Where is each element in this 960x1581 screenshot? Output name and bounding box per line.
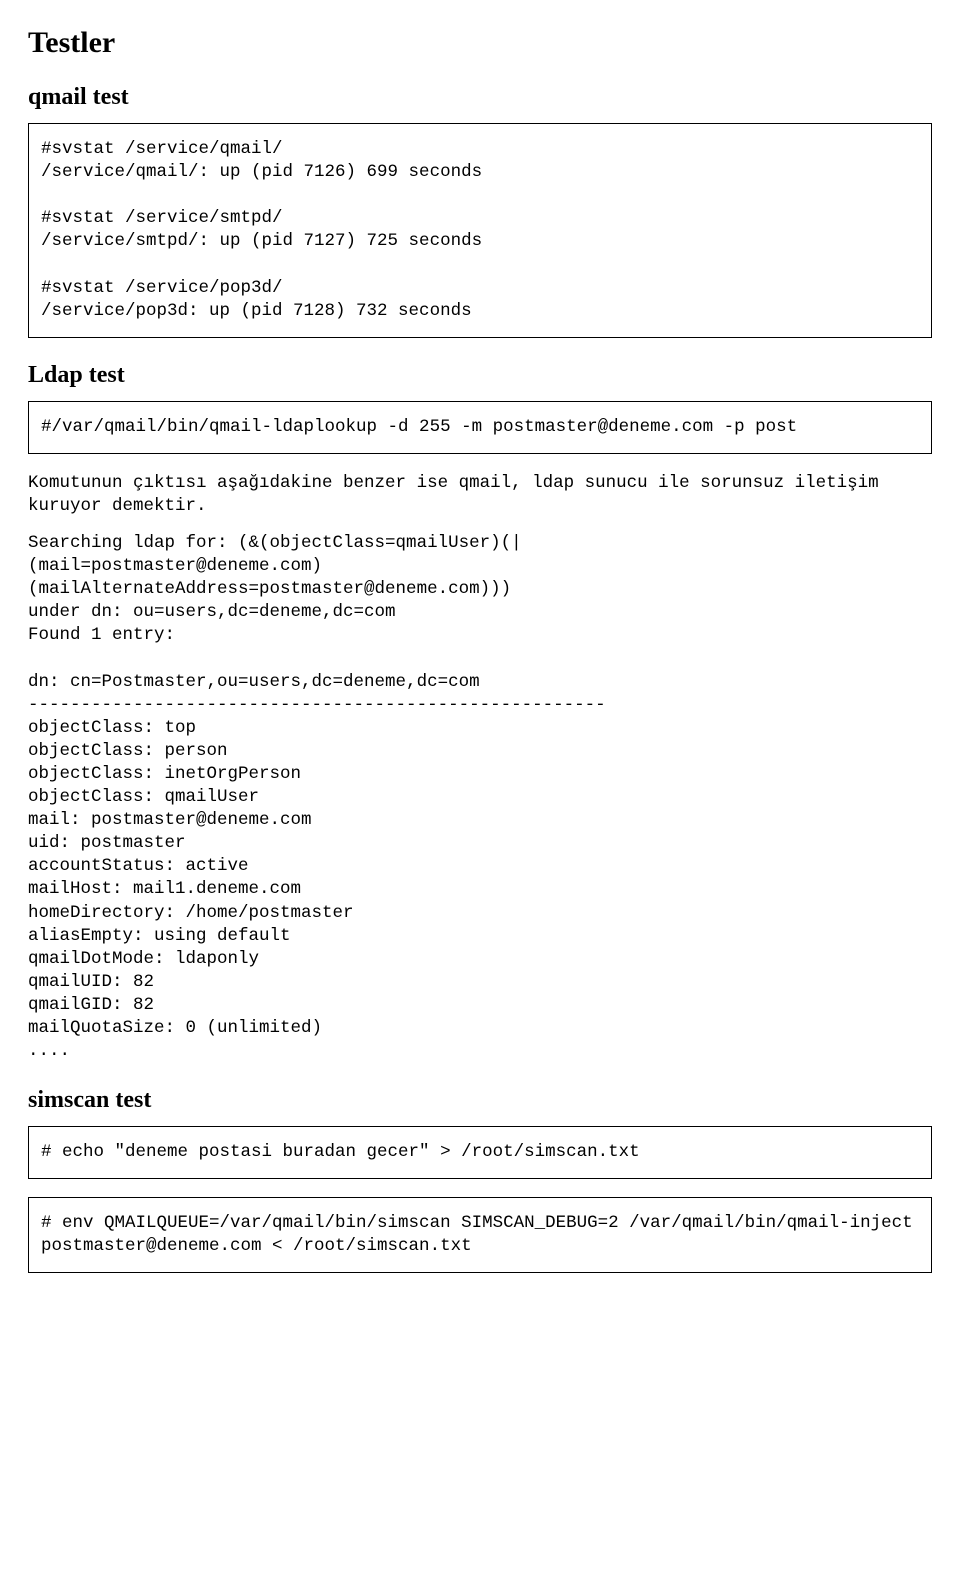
section-heading-simscan: simscan test xyxy=(28,1087,932,1114)
section-heading-qmail: qmail test xyxy=(28,84,932,111)
ldap-note: Komutunun çıktısı aşağıdakine benzer ise… xyxy=(28,472,932,518)
ldap-output: Searching ldap for: (&(objectClass=qmail… xyxy=(28,532,932,1063)
section-heading-ldap: Ldap test xyxy=(28,362,932,389)
code-box-qmail: #svstat /service/qmail/ /service/qmail/:… xyxy=(28,123,932,338)
code-box-simscan-1: # echo "deneme postasi buradan gecer" > … xyxy=(28,1126,932,1179)
code-box-simscan-2: # env QMAILQUEUE=/var/qmail/bin/simscan … xyxy=(28,1197,932,1273)
code-box-ldap-cmd: #/var/qmail/bin/qmail-ldaplookup -d 255 … xyxy=(28,401,932,454)
page-title: Testler xyxy=(28,26,932,60)
